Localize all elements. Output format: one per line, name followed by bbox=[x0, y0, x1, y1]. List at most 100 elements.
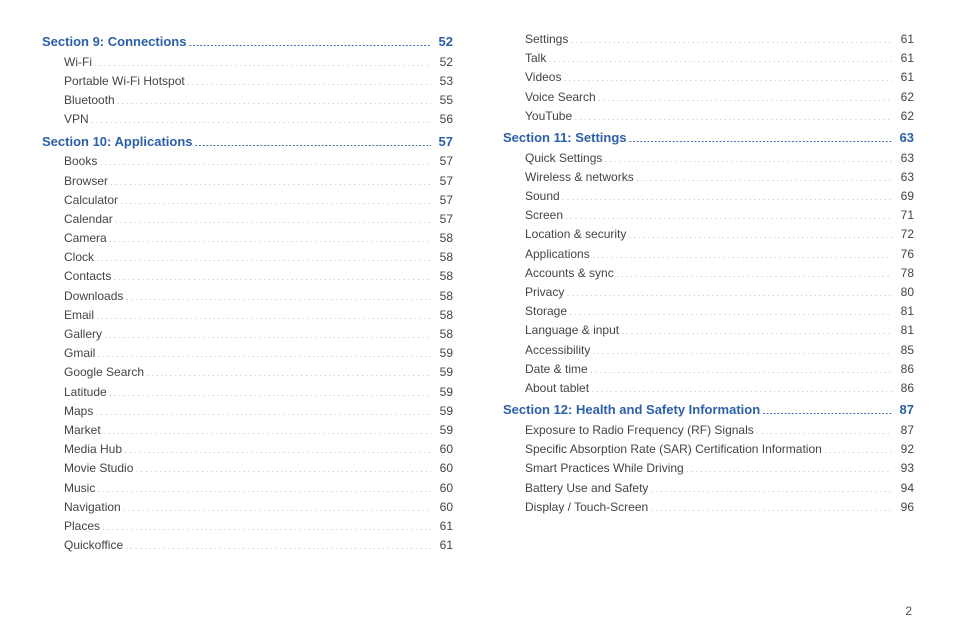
toc-item-row[interactable]: Bluetooth 55 bbox=[42, 91, 453, 110]
toc-leader-dots bbox=[135, 460, 431, 472]
toc-item-title: Location & security bbox=[525, 225, 628, 244]
toc-page-number: 76 bbox=[892, 245, 914, 264]
toc-item-row[interactable]: Screen71 bbox=[503, 206, 914, 225]
toc-item-title: Privacy bbox=[525, 283, 566, 302]
toc-page-number: 86 bbox=[892, 379, 914, 398]
toc-item-row[interactable]: Storage81 bbox=[503, 302, 914, 321]
toc-item-row[interactable]: Battery Use and Safety94 bbox=[503, 479, 914, 498]
toc-item-row[interactable]: Specific Absorption Rate (SAR) Certifica… bbox=[503, 440, 914, 459]
toc-item-row[interactable]: Accounts & sync78 bbox=[503, 264, 914, 283]
toc-page-number: 58 bbox=[431, 325, 453, 344]
toc-page-number: 81 bbox=[892, 321, 914, 340]
toc-item-row[interactable]: Gmail59 bbox=[42, 344, 453, 363]
toc-item-title: Market bbox=[64, 421, 103, 440]
toc-item-title: Bluetooth bbox=[64, 91, 117, 110]
toc-item-row[interactable]: Display / Touch-Screen96 bbox=[503, 498, 914, 517]
toc-item-row[interactable]: VPN56 bbox=[42, 110, 453, 129]
toc-leader-dots bbox=[97, 480, 431, 492]
toc-item-row[interactable]: Calculator 57 bbox=[42, 191, 453, 210]
toc-item-title: Movie Studio bbox=[64, 459, 135, 478]
toc-item-row[interactable]: Quickoffice61 bbox=[42, 536, 453, 555]
toc-page-number: 59 bbox=[431, 383, 453, 402]
toc-leader-dots bbox=[621, 322, 892, 334]
toc-item-row[interactable]: Media Hub60 bbox=[42, 440, 453, 459]
toc-leader-dots bbox=[187, 73, 431, 85]
toc-item-row[interactable]: Exposure to Radio Frequency (RF) Signals… bbox=[503, 421, 914, 440]
toc-item-row[interactable]: Clock58 bbox=[42, 248, 453, 267]
toc-page-number: 61 bbox=[892, 68, 914, 87]
toc-leader-dots bbox=[562, 188, 892, 200]
toc-item-row[interactable]: Accessibility85 bbox=[503, 341, 914, 360]
toc-item-row[interactable]: Portable Wi-Fi Hotspot53 bbox=[42, 72, 453, 91]
toc-section-row[interactable]: Section 9: Connections52 bbox=[42, 32, 453, 53]
toc-item-title: Screen bbox=[525, 206, 565, 225]
toc-item-title: Calculator bbox=[64, 191, 120, 210]
toc-item-row[interactable]: Wi-Fi52 bbox=[42, 53, 453, 72]
toc-page-number: 57 bbox=[431, 191, 453, 210]
toc-item-row[interactable]: Date & time86 bbox=[503, 360, 914, 379]
toc-item-row[interactable]: Latitude 59 bbox=[42, 383, 453, 402]
toc-item-title: Media Hub bbox=[64, 440, 124, 459]
toc-item-row[interactable]: Music60 bbox=[42, 479, 453, 498]
toc-page-number: 55 bbox=[431, 91, 453, 110]
toc-item-row[interactable]: Market59 bbox=[42, 421, 453, 440]
toc-item-row[interactable]: Smart Practices While Driving93 bbox=[503, 459, 914, 478]
toc-item-row[interactable]: Downloads58 bbox=[42, 287, 453, 306]
toc-page-number: 62 bbox=[892, 88, 914, 107]
toc-item-row[interactable]: Gallery58 bbox=[42, 325, 453, 344]
toc-item-row[interactable]: Applications76 bbox=[503, 245, 914, 264]
toc-item-row[interactable]: Calendar 57 bbox=[42, 210, 453, 229]
toc-section-row[interactable]: Section 10: Applications57 bbox=[42, 132, 453, 153]
toc-page-number: 62 bbox=[892, 107, 914, 126]
toc-page-number: 58 bbox=[431, 267, 453, 286]
toc-item-title: Wireless & networks bbox=[525, 168, 636, 187]
toc-item-title: Browser bbox=[64, 172, 110, 191]
toc-page-number: 96 bbox=[892, 498, 914, 517]
toc-leader-dots bbox=[650, 480, 892, 492]
toc-item-title: Specific Absorption Rate (SAR) Certifica… bbox=[525, 440, 824, 459]
toc-item-row[interactable]: Location & security72 bbox=[503, 225, 914, 244]
toc-item-title: Navigation bbox=[64, 498, 123, 517]
toc-item-row[interactable]: Privacy80 bbox=[503, 283, 914, 302]
toc-item-row[interactable]: Camera58 bbox=[42, 229, 453, 248]
toc-item-title: Books bbox=[64, 152, 99, 171]
toc-item-row[interactable]: Navigation 60 bbox=[42, 498, 453, 517]
toc-item-title: Latitude bbox=[64, 383, 109, 402]
toc-page-number: 58 bbox=[431, 306, 453, 325]
toc-item-row[interactable]: About tablet86 bbox=[503, 379, 914, 398]
toc-item-row[interactable]: Videos61 bbox=[503, 68, 914, 87]
toc-item-row[interactable]: Movie Studio60 bbox=[42, 459, 453, 478]
toc-leader-dots bbox=[99, 153, 431, 165]
toc-item-row[interactable]: Settings61 bbox=[503, 30, 914, 49]
toc-item-row[interactable]: Wireless & networks63 bbox=[503, 168, 914, 187]
toc-section-row[interactable]: Section 12: Health and Safety Informatio… bbox=[503, 400, 914, 421]
toc-item-row[interactable]: Contacts58 bbox=[42, 267, 453, 286]
toc-leader-dots bbox=[590, 361, 892, 373]
toc-item-row[interactable]: Email 58 bbox=[42, 306, 453, 325]
toc-item-row[interactable]: Sound69 bbox=[503, 187, 914, 206]
toc-page-number: 57 bbox=[431, 210, 453, 229]
toc-page-number: 63 bbox=[892, 128, 914, 149]
toc-item-row[interactable]: Talk61 bbox=[503, 49, 914, 68]
toc-leader-dots bbox=[574, 108, 892, 120]
toc-leader-dots bbox=[628, 226, 892, 238]
toc-item-row[interactable]: Books 57 bbox=[42, 152, 453, 171]
toc-page-number: 60 bbox=[431, 498, 453, 517]
toc-page-number: 92 bbox=[892, 440, 914, 459]
toc-item-row[interactable]: Browser57 bbox=[42, 172, 453, 191]
toc-page-number: 57 bbox=[431, 152, 453, 171]
toc-item-title: Voice Search bbox=[525, 88, 598, 107]
toc-item-row[interactable]: Quick Settings63 bbox=[503, 149, 914, 168]
toc-leader-dots bbox=[762, 401, 892, 414]
toc-leader-dots bbox=[569, 303, 892, 315]
toc-item-row[interactable]: Places61 bbox=[42, 517, 453, 536]
toc-item-title: Calendar bbox=[64, 210, 115, 229]
toc-item-row[interactable]: Maps59 bbox=[42, 402, 453, 421]
toc-item-row[interactable]: Language & input81 bbox=[503, 321, 914, 340]
toc-section-row[interactable]: Section 11: Settings63 bbox=[503, 128, 914, 149]
toc-item-row[interactable]: Google Search59 bbox=[42, 363, 453, 382]
toc-item-title: Email bbox=[64, 306, 96, 325]
toc-item-row[interactable]: YouTube62 bbox=[503, 107, 914, 126]
toc-page-number: 61 bbox=[431, 536, 453, 555]
toc-item-row[interactable]: Voice Search 62 bbox=[503, 88, 914, 107]
